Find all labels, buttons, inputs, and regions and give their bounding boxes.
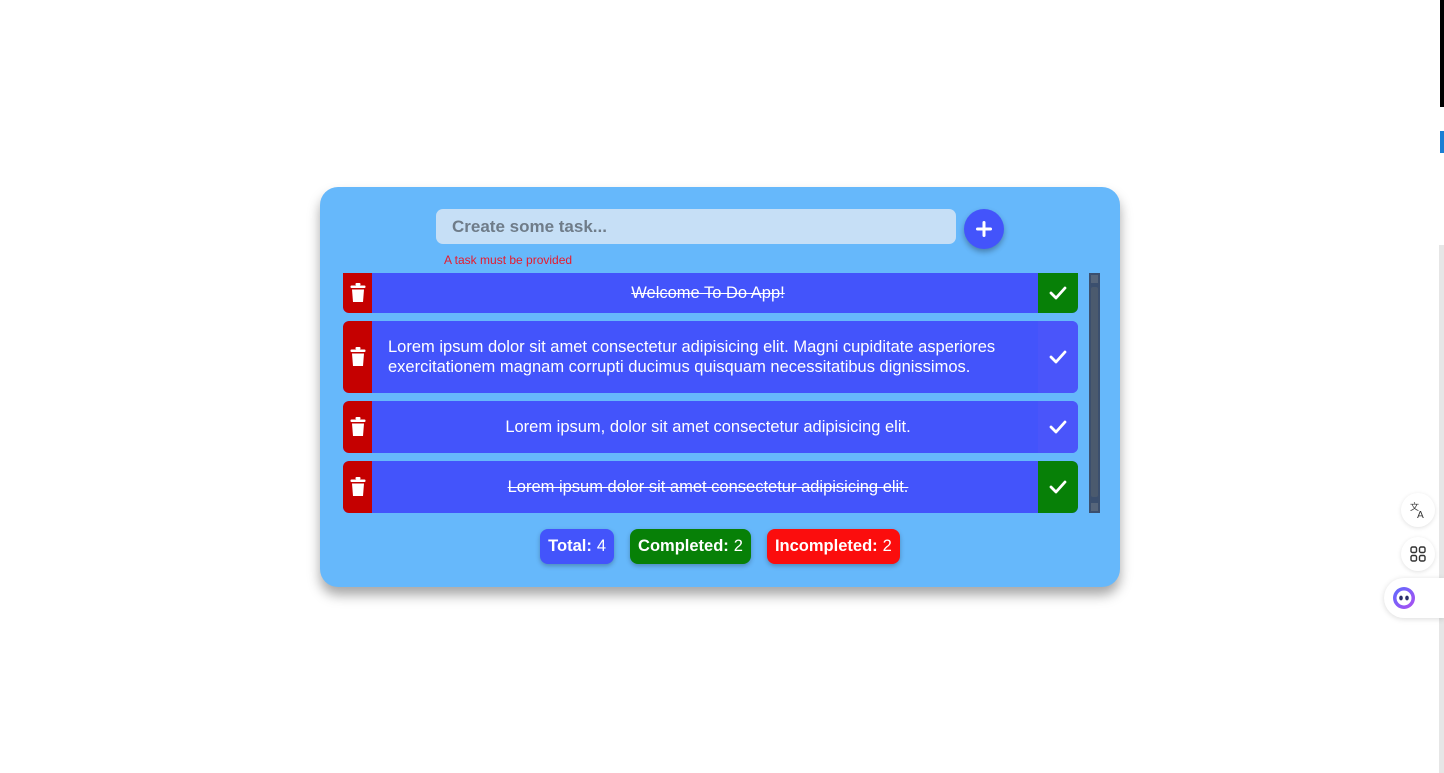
checkmark-icon: [1049, 286, 1067, 300]
trash-icon: [350, 347, 365, 366]
completed-label: Completed:: [638, 537, 729, 555]
incompleted-badge: Incompleted: 2: [766, 529, 900, 564]
scroll-up-arrow[interactable]: [1091, 275, 1098, 283]
validation-error: A task must be provided: [444, 253, 573, 267]
delete-task-button[interactable]: [343, 321, 372, 393]
assistant-icon[interactable]: [1392, 586, 1416, 610]
completed-value: 2: [733, 537, 743, 555]
task-item: Lorem ipsum dolor sit amet consectetur a…: [343, 321, 1078, 393]
delete-task-button[interactable]: [343, 461, 372, 513]
trash-icon: [350, 283, 365, 302]
trash-icon: [350, 417, 365, 436]
trash-icon: [350, 477, 365, 496]
task-stats: Total: 4 Completed: 2 Incompleted: 2: [320, 529, 1120, 564]
total-badge: Total: 4: [540, 529, 615, 564]
task-input[interactable]: [436, 209, 956, 244]
translate-icon[interactable]: 文 A: [1401, 493, 1435, 527]
task-text: Lorem ipsum dolor sit amet consectetur a…: [388, 338, 996, 376]
task-item: Lorem ipsum dolor sit amet consectetur a…: [343, 461, 1078, 513]
task-list-scrollbar[interactable]: [1089, 273, 1100, 513]
svg-text:A: A: [1417, 510, 1424, 519]
total-value: 4: [596, 537, 607, 555]
task-item: Lorem ipsum, dolor sit amet consectetur …: [343, 401, 1078, 453]
incompleted-value: 2: [882, 537, 892, 555]
task-item: Welcome To Do App!: [343, 273, 1078, 313]
total-label: Total:: [548, 537, 592, 555]
page: 文 A Create some task... A task must be p…: [0, 0, 1444, 773]
task-text: Welcome To Do App!: [631, 284, 785, 302]
incompleted-label: Incompleted:: [774, 537, 878, 555]
complete-task-button[interactable]: [1038, 321, 1078, 393]
window-edge-accent: [1440, 131, 1444, 153]
page-scrollbar[interactable]: [1439, 245, 1444, 773]
window-edge: [1440, 0, 1444, 107]
assistant-tab[interactable]: [1384, 578, 1444, 618]
checkmark-icon: [1049, 480, 1067, 494]
delete-task-button[interactable]: [343, 401, 372, 453]
scroll-down-arrow[interactable]: [1091, 503, 1098, 511]
todo-card: A task must be provided Welcome To Do Ap…: [320, 187, 1120, 587]
task-text: Lorem ipsum dolor sit amet consectetur a…: [507, 478, 909, 496]
task-text: Lorem ipsum, dolor sit amet consectetur …: [505, 418, 911, 436]
completed-badge: Completed: 2: [630, 529, 751, 564]
delete-task-button[interactable]: [343, 273, 372, 313]
checkmark-icon: [1049, 350, 1067, 364]
task-list[interactable]: Welcome To Do App! Lorem ipsum dolor sit…: [343, 273, 1078, 513]
plus-icon: [976, 221, 992, 237]
checkmark-icon: [1049, 420, 1067, 434]
complete-task-button[interactable]: [1038, 461, 1078, 513]
complete-task-button[interactable]: [1038, 401, 1078, 453]
scroll-thumb[interactable]: [1091, 287, 1098, 497]
apps-grid-icon[interactable]: [1401, 537, 1435, 571]
add-task-button[interactable]: [964, 209, 1004, 249]
complete-task-button[interactable]: [1038, 273, 1078, 313]
